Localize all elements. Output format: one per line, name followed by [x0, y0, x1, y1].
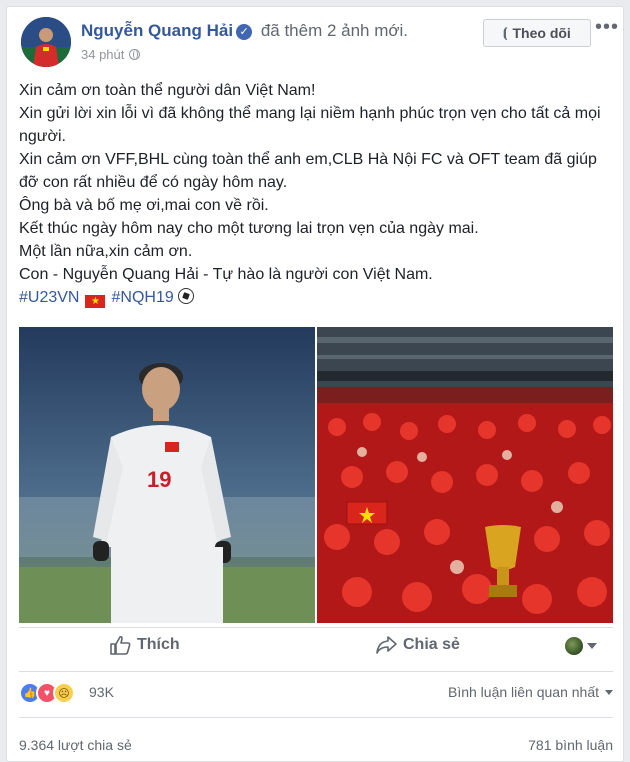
more-options-icon[interactable]: •••: [595, 17, 619, 37]
soccer-ball-icon: [177, 288, 194, 304]
divider: [19, 717, 613, 718]
divider: [19, 627, 613, 628]
photo-player[interactable]: 19: [19, 327, 315, 623]
post-timestamp-row: 34 phút: [81, 47, 141, 62]
sad-reaction-icon: ☹: [53, 682, 75, 704]
post-text: Xin cảm ơn toàn thể người dân Việt Nam! …: [19, 79, 615, 309]
author-avatar[interactable]: [21, 17, 71, 67]
follow-button[interactable]: ⦗ Theo dõi: [483, 19, 591, 47]
thumbs-up-icon: [110, 635, 131, 655]
post-line: Ông bà và bố mẹ ơi,mai con về rồi.: [19, 197, 269, 214]
share-button[interactable]: Chia sẻ: [375, 635, 460, 655]
post-line: Kết thúc ngày hôm nay cho một tương lai …: [19, 220, 479, 237]
post-action-text: đã thêm 2 ảnh mới.: [260, 21, 409, 40]
hashtag-link[interactable]: #NQH19: [111, 289, 173, 306]
comment-count[interactable]: 781 bình luận: [528, 737, 613, 753]
share-arrow-icon: [376, 636, 397, 654]
globe-icon: [129, 49, 141, 60]
hashtag-link[interactable]: #U23VN: [19, 289, 79, 306]
post-line: Xin cảm ơn VFF,BHL cùng toàn thể anh em,…: [19, 151, 597, 191]
post-line: Xin gửi lời xin lỗi vì đã không thể mang…: [19, 105, 601, 145]
verified-badge-icon: ✓: [236, 24, 253, 40]
hashtag-line: #U23VN ★ #NQH19: [19, 286, 615, 309]
footer-stats: 9.364 lượt chia sẻ 781 bình luận: [19, 737, 613, 757]
share-label: Chia sẻ: [403, 636, 460, 653]
follow-label: Theo dõi: [512, 25, 571, 41]
like-label: Thích: [137, 636, 180, 653]
chevron-down-icon: [587, 643, 597, 649]
post-line: Xin cảm ơn toàn thể người dân Việt Nam!: [19, 82, 316, 99]
reaction-icons[interactable]: 👍 ♥ ☹: [19, 682, 75, 704]
jersey-number: 19: [147, 467, 171, 492]
audience-selector[interactable]: [565, 637, 597, 655]
comment-sort-label: Bình luận liên quan nhất: [447, 684, 599, 700]
post-header-line: Nguyễn Quang Hải ✓ đã thêm 2 ảnh mới.: [81, 21, 408, 41]
post-card: Nguyễn Quang Hải ✓ đã thêm 2 ảnh mới. 34 …: [6, 6, 624, 762]
action-bar: Thích Chia sẻ: [19, 629, 613, 665]
chevron-down-icon: [605, 689, 613, 695]
reactions-row: 👍 ♥ ☹ 93K Bình luận liên quan nhất: [19, 682, 613, 704]
divider: [19, 671, 613, 672]
user-avatar-icon: [565, 637, 583, 655]
photo-fans[interactable]: [317, 327, 613, 623]
reaction-count[interactable]: 93K: [89, 684, 114, 700]
like-button[interactable]: Thích: [109, 635, 180, 655]
comment-sort-dropdown[interactable]: Bình luận liên quan nhất: [448, 684, 613, 700]
rss-icon: ⦗: [503, 25, 508, 40]
post-line: Một lần nữa,xin cảm ơn.: [19, 243, 193, 260]
share-count[interactable]: 9.364 lượt chia sẻ: [19, 737, 132, 753]
post-line: Con - Nguyễn Quang Hải - Tự hào là người…: [19, 266, 433, 283]
vietnam-flag-icon: ★: [85, 295, 106, 308]
post-timestamp[interactable]: 34 phút: [81, 47, 124, 62]
author-name[interactable]: Nguyễn Quang Hải: [81, 21, 233, 40]
